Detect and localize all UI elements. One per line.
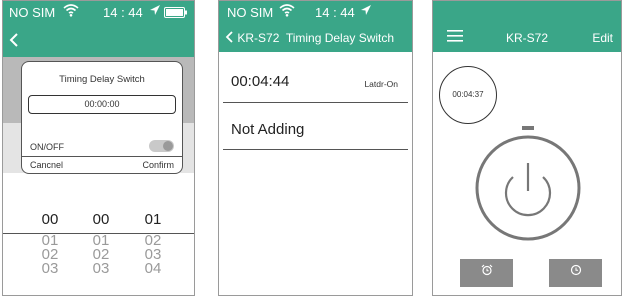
row-divider (223, 102, 408, 103)
dialog-divider (22, 156, 182, 157)
picker-option[interactable]: 03 (86, 261, 116, 276)
edit-button[interactable]: Edit (592, 31, 613, 45)
header-title: KR-S72 Timing Delay Switch (237, 31, 395, 45)
picker-selected: 00 (92, 211, 110, 228)
timing-delay-dialog: Timing Delay Switch 00:00:00 ON/OFF Canc… (21, 61, 183, 174)
top-bar: NO SIM 14 : 44 (3, 1, 194, 57)
row-divider (223, 149, 408, 150)
timer-time[interactable]: 00:04:44 (231, 73, 289, 90)
countdown-display: 00:04:37 (439, 66, 497, 124)
battery-icon (164, 6, 188, 21)
status-bar: NO SIM 14 : 44 (227, 3, 407, 23)
timer-mode: Latdr-On (364, 79, 398, 89)
dialog-title: Timing Delay Switch (59, 74, 145, 85)
header-title-row: KR-S72 Timing Delay Switch (225, 31, 394, 45)
alarm-clock-icon (481, 264, 492, 276)
carrier-label: NO SIM (9, 5, 56, 20)
onoff-toggle[interactable] (149, 140, 174, 152)
status-bar: NO SIM 14 : 44 (9, 3, 194, 23)
toggle-knob (163, 141, 173, 151)
picker-option[interactable]: 03 (35, 261, 65, 276)
picker-option[interactable]: 04 (138, 261, 168, 276)
power-icon (475, 126, 581, 241)
hours-picker[interactable]: 00 01 02 03 (35, 211, 65, 276)
timer-button[interactable] (549, 259, 602, 287)
cancel-button[interactable]: Cancnel (30, 160, 63, 170)
onoff-label: ON/OFF (30, 142, 64, 152)
picker-selected: 00 (41, 211, 59, 228)
device-control-screen: KR-S72 Edit 00:04:37 (432, 0, 622, 296)
timer-list-screen: NO SIM 14 : 44 KR-S72 Timing Delay Switc… (218, 0, 413, 296)
wifi-icon (279, 3, 295, 20)
back-button[interactable] (225, 31, 237, 45)
timer-setup-screen: NO SIM 14 : 44 Timing Delay Switch 00:00… (2, 0, 195, 296)
seconds-picker[interactable]: 01 02 03 04 (138, 211, 168, 276)
top-bar: NO SIM 14 : 44 KR-S72 Timing Delay Switc… (219, 1, 412, 52)
confirm-button[interactable]: Confirm (142, 160, 174, 170)
picker-selected: 01 (144, 211, 162, 228)
location-arrow-icon (360, 4, 372, 19)
top-bar: KR-S72 Edit (433, 1, 621, 52)
power-button[interactable] (468, 123, 588, 243)
status-time: 14 : 44 (315, 5, 355, 20)
status-time: 14 : 44 (103, 5, 143, 20)
alarm-button[interactable] (460, 259, 513, 287)
back-button[interactable] (9, 31, 19, 51)
wifi-icon (63, 3, 79, 20)
clock-icon (570, 264, 581, 276)
location-arrow-icon (149, 4, 161, 19)
carrier-label: NO SIM (227, 5, 274, 20)
delay-time-field[interactable]: 00:00:00 (28, 95, 176, 114)
minutes-picker[interactable]: 00 01 02 03 (86, 211, 116, 276)
not-adding-row[interactable]: Not Adding (231, 121, 304, 138)
chevron-left-icon (225, 31, 233, 43)
chevron-left-icon (9, 33, 18, 47)
